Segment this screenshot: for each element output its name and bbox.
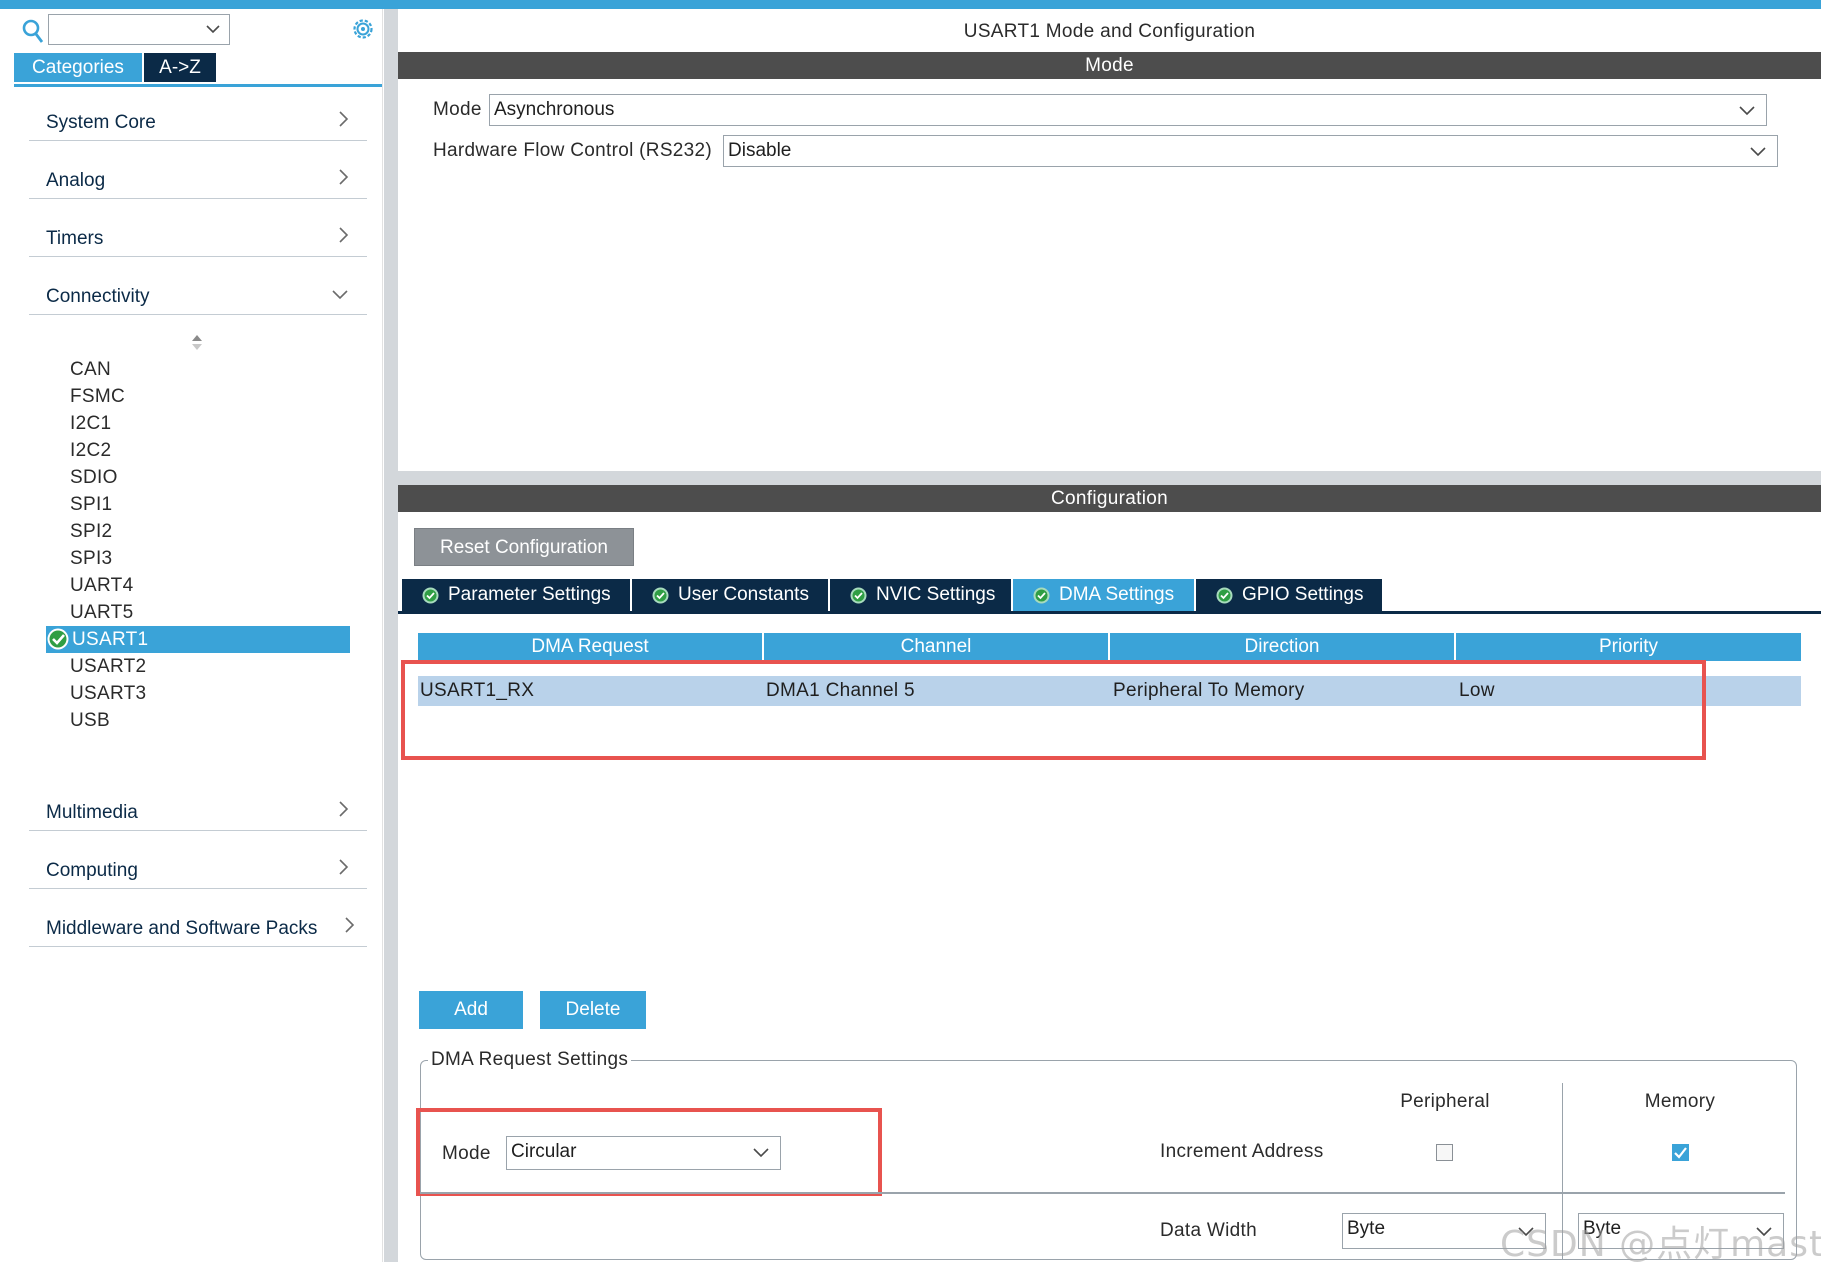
watermark: CSDN @点灯master [1500, 1224, 1821, 1265]
memory-header: Memory [1644, 1091, 1716, 1112]
category-label: Computing [46, 860, 138, 881]
tab-user-constants[interactable]: User Constants [632, 579, 830, 611]
search-icon[interactable] [22, 18, 44, 44]
column-header-channel[interactable]: Channel [764, 633, 1110, 661]
tab-gpio-settings[interactable]: GPIO Settings [1196, 579, 1384, 611]
tab-label: DMA Settings [1059, 584, 1175, 605]
chevron-down-icon [1739, 106, 1755, 116]
category-label: Multimedia [46, 802, 138, 823]
tab-categories[interactable]: Categories [14, 53, 142, 82]
tab-label: Parameter Settings [448, 584, 611, 605]
category-label: Middleware and Software Packs [46, 918, 318, 939]
chevron-right-icon [339, 169, 349, 185]
list-item-fsmc[interactable]: FSMC [70, 384, 125, 410]
category-analog[interactable]: Analog [29, 153, 367, 199]
mode-select[interactable]: Asynchronous [489, 94, 1767, 126]
column-header-priority[interactable]: Priority [1456, 633, 1801, 661]
flow-control-select[interactable]: Disable [723, 135, 1778, 167]
list-item-i2c1[interactable]: I2C1 [70, 411, 111, 437]
peripheral-header: Peripheral [1400, 1091, 1490, 1112]
category-multimedia[interactable]: Multimedia [29, 785, 367, 831]
data-width-label: Data Width [1160, 1220, 1257, 1241]
list-item-usart3[interactable]: USART3 [70, 681, 146, 707]
settings-divider [420, 1192, 1785, 1194]
category-label: Connectivity [46, 286, 150, 307]
mode-section-header: Mode [398, 52, 1821, 79]
tab-nvic-settings[interactable]: NVIC Settings [830, 579, 1013, 611]
bottom-margin [0, 1262, 1821, 1271]
increment-peripheral-checkbox[interactable] [1436, 1144, 1453, 1161]
check-circle-icon [47, 628, 69, 650]
section-splitter[interactable] [398, 471, 1821, 485]
highlight-box-dma-row [401, 660, 1706, 760]
add-button[interactable]: Add [419, 991, 523, 1029]
chevron-right-icon [339, 859, 349, 875]
chevron-right-icon [339, 801, 349, 817]
mode-label: Mode [433, 99, 482, 120]
check-circle-icon [1033, 587, 1050, 604]
list-item-spi3[interactable]: SPI3 [70, 546, 112, 572]
dma-request-settings-legend: DMA Request Settings [428, 1048, 632, 1072]
list-item-can[interactable]: CAN [70, 357, 111, 383]
page-title: USART1 Mode and Configuration [963, 21, 1256, 42]
tabs-underline [14, 84, 382, 87]
list-item-usb[interactable]: USB [70, 708, 110, 734]
list-item-usart1-label: USART1 [72, 629, 149, 650]
tab-a-to-z[interactable]: A->Z [144, 53, 216, 82]
chevron-right-icon [339, 227, 349, 243]
tab-label: GPIO Settings [1242, 584, 1364, 605]
data-width-peripheral-value: Byte [1347, 1218, 1386, 1239]
category-computing[interactable]: Computing [29, 843, 367, 889]
check-circle-icon [422, 587, 439, 604]
column-header-direction[interactable]: Direction [1110, 633, 1456, 661]
highlight-box-dma-mode [416, 1108, 882, 1196]
configuration-section-header: Configuration [398, 485, 1821, 512]
window-top-strip [0, 0, 1821, 9]
gear-icon[interactable] [350, 16, 376, 42]
increment-memory-checkbox[interactable] [1672, 1144, 1689, 1161]
mode-select-value: Asynchronous [494, 99, 615, 120]
list-item-uart5[interactable]: UART5 [70, 600, 133, 626]
category-label: Timers [46, 228, 104, 249]
list-item-uart4[interactable]: UART4 [70, 573, 133, 599]
reset-configuration-button[interactable]: Reset Configuration [414, 528, 634, 566]
search-input[interactable] [48, 14, 230, 45]
chevron-down-icon[interactable] [205, 23, 221, 35]
increment-address-label: Increment Address [1160, 1141, 1324, 1162]
tab-label: NVIC Settings [876, 584, 996, 605]
chevron-down-icon [332, 290, 348, 300]
sort-icon[interactable] [190, 333, 204, 353]
list-item-spi1[interactable]: SPI1 [70, 492, 112, 518]
category-label: Analog [46, 170, 106, 191]
panel-splitter[interactable] [384, 9, 398, 1262]
check-circle-icon [1216, 587, 1233, 604]
category-label: System Core [46, 112, 156, 133]
category-connectivity[interactable]: Connectivity [29, 269, 367, 315]
list-item-usart2[interactable]: USART2 [70, 654, 146, 680]
delete-button[interactable]: Delete [540, 991, 646, 1029]
chevron-down-icon [1750, 147, 1766, 157]
check-circle-icon [652, 587, 669, 604]
category-timers[interactable]: Timers [29, 211, 367, 257]
category-system-core[interactable]: System Core [29, 95, 367, 141]
tab-label: User Constants [678, 584, 809, 605]
chevron-right-icon [345, 917, 355, 933]
chevron-right-icon [339, 111, 349, 127]
check-icon [1674, 1147, 1687, 1159]
tab-dma-settings[interactable]: DMA Settings [1013, 579, 1196, 611]
tab-parameter-settings[interactable]: Parameter Settings [402, 579, 632, 611]
tabs-underline [398, 611, 1821, 614]
list-item-spi2[interactable]: SPI2 [70, 519, 112, 545]
check-circle-icon [850, 587, 867, 604]
column-header-dma-request[interactable]: DMA Request [418, 633, 764, 661]
flow-control-label: Hardware Flow Control (RS232) [433, 140, 713, 161]
category-middleware[interactable]: Middleware and Software Packs [29, 901, 367, 947]
list-item-i2c2[interactable]: I2C2 [70, 438, 111, 464]
list-item-sdio[interactable]: SDIO [70, 465, 118, 491]
flow-control-select-value: Disable [728, 140, 792, 161]
